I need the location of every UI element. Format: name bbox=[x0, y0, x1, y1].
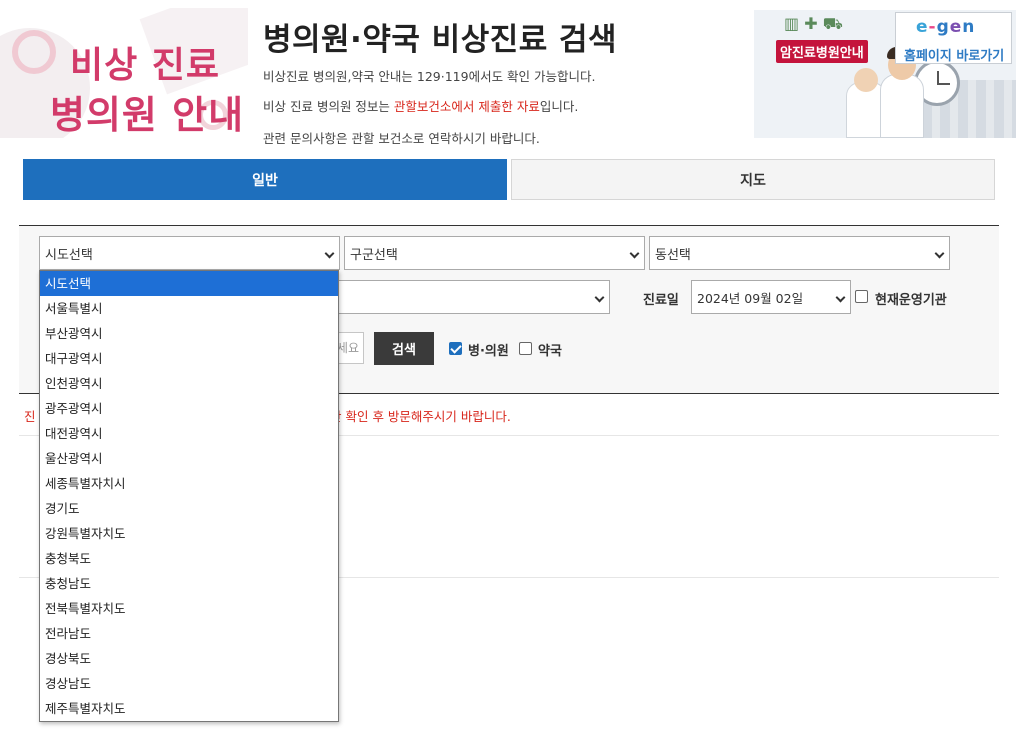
sido-option[interactable]: 세종특별자치시 bbox=[40, 471, 338, 496]
sido-option[interactable]: 광주광역시 bbox=[40, 396, 338, 421]
doctor-banner: ▥ ✚ ⛟ 암진료병원안내 e-gen 홈페이지 바로가기 bbox=[754, 10, 1016, 138]
sido-option[interactable]: 울산광역시 bbox=[40, 446, 338, 471]
sido-option[interactable]: 서울특별시 bbox=[40, 296, 338, 321]
doctor-image bbox=[854, 68, 878, 92]
gugun-select[interactable]: 구군선택 bbox=[344, 236, 645, 270]
tab-map[interactable]: 지도 bbox=[511, 159, 995, 200]
banner-text-line2: 병의원 안내 bbox=[50, 93, 245, 137]
egen-logo: e-gen bbox=[916, 17, 976, 37]
info-line-2-post: 입니다. bbox=[539, 99, 579, 114]
cancer-hospital-button[interactable]: 암진료병원안내 bbox=[776, 40, 868, 63]
sido-option[interactable]: 전라남도 bbox=[40, 621, 338, 646]
pharmacy-checkbox[interactable] bbox=[519, 342, 532, 355]
info-line-3: 관련 문의사항은 관할 보건소로 연락하시기 바랍니다. bbox=[263, 131, 540, 146]
page-title: 병의원·약국 비상진료 검색 bbox=[263, 22, 618, 58]
banner-text-line1: 비상 진료 bbox=[70, 45, 221, 86]
emergency-banner: 비상 진료 병의원 안내 bbox=[0, 8, 248, 138]
pharmacy-label: 약국 bbox=[538, 344, 562, 359]
sido-dropdown-list: 시도선택 서울특별시 부산광역시 대구광역시 인천광역시 광주광역시 대전광역시 울산광역시 세… bbox=[39, 270, 339, 722]
sido-option[interactable]: 인천광역시 bbox=[40, 371, 338, 396]
search-button[interactable]: 검색 bbox=[374, 332, 434, 365]
sido-option[interactable]: 충청북도 bbox=[40, 546, 338, 571]
chevron-down-icon bbox=[835, 292, 846, 303]
ambulance-icon: ⛟ bbox=[822, 14, 843, 33]
notice-text-fragment: 진 bbox=[24, 409, 36, 424]
notice-text: 간 확인 후 방문해주시기 바랍니다. bbox=[330, 409, 511, 424]
dong-select-value: 동선택 bbox=[655, 247, 691, 263]
sido-option[interactable]: 대전광역시 bbox=[40, 421, 338, 446]
institution-type-select[interactable]: 체 bbox=[300, 280, 610, 314]
gugun-select-value: 구군선택 bbox=[350, 247, 398, 263]
sido-select[interactable]: 시도선택 bbox=[39, 236, 340, 270]
homepage-button-label: 홈페이지 바로가기 bbox=[904, 49, 1005, 64]
info-line-2-pre: 비상 진료 병의원 정보는 bbox=[263, 99, 394, 114]
chevron-down-icon bbox=[629, 248, 640, 259]
pharmacy-icon: ✚ bbox=[804, 14, 818, 33]
sido-option[interactable]: 충청남도 bbox=[40, 571, 338, 596]
banner-ring-decoration bbox=[12, 30, 56, 74]
date-select[interactable]: 2024년 09월 02일 bbox=[691, 280, 851, 314]
dong-select[interactable]: 동선택 bbox=[649, 236, 950, 270]
hospital-building-icon: ▥ bbox=[784, 14, 800, 33]
info-line-2: 비상 진료 병의원 정보는 관할보건소에서 제출한 자료입니다. bbox=[263, 96, 578, 115]
hospital-label: 병·의원 bbox=[468, 344, 509, 359]
sido-option[interactable]: 대구광역시 bbox=[40, 346, 338, 371]
info-line-2-highlight: 관할보건소에서 제출한 자료 bbox=[393, 99, 540, 114]
chevron-down-icon bbox=[934, 248, 945, 259]
date-label: 진료일 bbox=[643, 293, 679, 308]
sido-option[interactable]: 경상남도 bbox=[40, 671, 338, 696]
doctor-image bbox=[880, 74, 924, 138]
sido-option[interactable]: 제주특별자치도 bbox=[40, 696, 338, 721]
sido-option[interactable]: 부산광역시 bbox=[40, 321, 338, 346]
info-line-1: 비상진료 병의원,약국 안내는 129·119에서도 확인 가능합니다. bbox=[263, 69, 596, 84]
now-open-checkbox[interactable] bbox=[855, 290, 868, 303]
sido-option[interactable]: 경기도 bbox=[40, 496, 338, 521]
chevron-down-icon bbox=[594, 292, 605, 303]
sido-option[interactable]: 경상북도 bbox=[40, 646, 338, 671]
now-open-label: 현재운영기관 bbox=[875, 293, 947, 308]
sido-option[interactable]: 시도선택 bbox=[40, 271, 338, 296]
homepage-button[interactable]: e-gen 홈페이지 바로가기 bbox=[895, 12, 1012, 64]
date-select-value: 2024년 09월 02일 bbox=[697, 290, 804, 306]
sido-option[interactable]: 전북특별자치도 bbox=[40, 596, 338, 621]
sido-option[interactable]: 강원특별자치도 bbox=[40, 521, 338, 546]
hospital-checkbox[interactable] bbox=[449, 342, 462, 355]
chevron-down-icon bbox=[324, 248, 335, 259]
hospital-icons: ▥ ✚ ⛟ bbox=[784, 14, 843, 35]
sido-select-value: 시도선택 bbox=[45, 247, 93, 263]
tab-general[interactable]: 일반 bbox=[23, 159, 507, 200]
